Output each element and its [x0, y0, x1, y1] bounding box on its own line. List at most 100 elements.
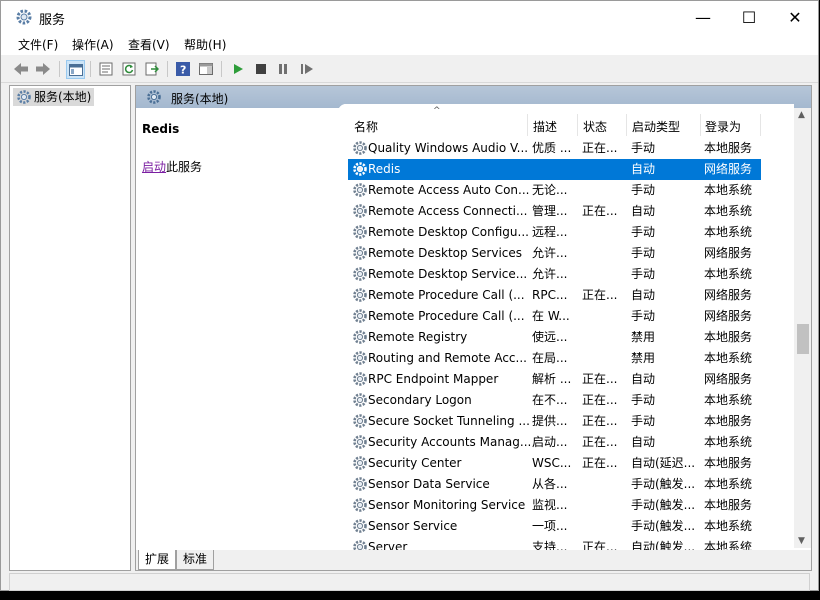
service-name-cell: Sensor Data Service: [368, 477, 490, 491]
close-button[interactable]: ✕: [772, 1, 818, 33]
service-row[interactable]: Redis 自动 网络服务: [348, 159, 761, 180]
start-service-button[interactable]: [229, 60, 247, 78]
refresh-button[interactable]: [120, 60, 138, 78]
toolbar-separator: [221, 61, 222, 77]
show-action-pane-button[interactable]: [197, 60, 215, 78]
toolbar-separator: [167, 61, 168, 77]
service-description-cell: 支持...: [532, 540, 568, 550]
service-status-cell: 正在...: [582, 288, 618, 302]
service-startup-type-cell: 自动(延迟...: [631, 456, 696, 470]
service-gear-icon: [353, 414, 367, 428]
service-gear-icon: [353, 435, 367, 449]
service-gear-icon: [353, 540, 367, 550]
service-row[interactable]: Sensor Monitoring Service 监视... 手动(触发... 本地…: [348, 495, 761, 516]
vertical-scrollbar[interactable]: ▲ ▼: [794, 108, 811, 548]
service-row[interactable]: Sensor Service 一项... 手动(触发... 本地系统: [348, 516, 761, 537]
service-description-cell: 管理...: [532, 204, 568, 218]
column-header-name[interactable]: 名称: [354, 118, 378, 135]
help-button[interactable]: ?: [174, 60, 192, 78]
service-row[interactable]: Remote Desktop Services 允许... 手动 网络服务: [348, 243, 761, 264]
console-tree: 服务(本地): [9, 85, 131, 571]
service-log-on-as-cell: 本地系统: [704, 393, 753, 407]
service-name-cell: Remote Access Connecti...: [368, 204, 528, 218]
service-status-cell: 正在...: [582, 372, 618, 386]
scrollbar-thumb[interactable]: [797, 324, 809, 354]
service-row[interactable]: Sensor Data Service 从各... 手动(触发... 本地系统: [348, 474, 761, 495]
service-description-cell: 在不...: [532, 393, 568, 407]
service-row[interactable]: Remote Access Connecti... 管理... 正在... 自动 本地系…: [348, 201, 761, 222]
service-name-cell: RPC Endpoint Mapper: [368, 372, 499, 386]
service-log-on-as-cell: 本地系统: [704, 519, 753, 533]
service-row[interactable]: Remote Registry 使远... 禁用 本地服务: [348, 327, 761, 348]
service-status-cell: 正在...: [582, 540, 618, 550]
service-gear-icon: [353, 162, 367, 176]
scroll-down-icon[interactable]: ▼: [798, 536, 805, 546]
service-name-cell: Remote Registry: [368, 330, 468, 344]
export-list-button[interactable]: [143, 60, 161, 78]
service-description-cell: WSC...: [532, 456, 572, 470]
service-name-cell: Quality Windows Audio V...: [368, 141, 529, 155]
menu-help[interactable]: 帮助(H): [184, 36, 226, 53]
service-status-cell: 正在...: [582, 456, 618, 470]
service-row[interactable]: RPC Endpoint Mapper 解析 ... 正在... 自动 网络服务: [348, 369, 761, 390]
back-button[interactable]: [12, 60, 30, 78]
service-row[interactable]: Security Accounts Manag... 启动... 正在... 自动 本地…: [348, 432, 761, 453]
show-console-tree-button[interactable]: [66, 60, 85, 79]
column-header-startup-type[interactable]: 启动类型: [632, 118, 680, 135]
service-row[interactable]: Secure Socket Tunneling ... 提供... 正在... 手动 本…: [348, 411, 761, 432]
service-description-cell: 使远...: [532, 330, 568, 344]
service-startup-type-cell: 自动: [631, 204, 656, 218]
start-service-link-suffix: 此服务: [166, 160, 203, 174]
service-row[interactable]: Remote Access Auto Con... 无论... 手动 本地系统: [348, 180, 761, 201]
svg-text:?: ?: [180, 64, 186, 77]
scroll-up-icon[interactable]: ▲: [798, 110, 805, 120]
menu-file[interactable]: 文件(F): [18, 36, 58, 53]
tab-standard[interactable]: 标准: [176, 550, 215, 570]
minimize-button[interactable]: —: [680, 1, 726, 33]
start-service-link[interactable]: 启动: [142, 160, 166, 174]
title-bar[interactable]: 服务 — ☐ ✕: [1, 1, 818, 33]
restart-service-button[interactable]: [298, 60, 316, 78]
selected-service-name: Redis: [142, 122, 180, 136]
column-divider: [626, 114, 627, 136]
stop-service-button[interactable]: [252, 60, 270, 78]
service-row[interactable]: Secondary Logon 在不... 正在... 手动 本地系统: [348, 390, 761, 411]
menu-action[interactable]: 操作(A): [72, 36, 114, 53]
service-gear-icon: [353, 393, 367, 407]
service-gear-icon: [353, 519, 367, 533]
stop-icon: [256, 64, 266, 74]
service-name-cell: Sensor Service: [368, 519, 458, 533]
service-status-cell: 正在...: [582, 414, 618, 428]
service-row[interactable]: Server 支持... 正在... 自动(触发... 本地系统: [348, 537, 761, 550]
service-row[interactable]: Remote Desktop Configu... 远程... 手动 本地系统: [348, 222, 761, 243]
service-row[interactable]: Remote Procedure Call (... 在 W... 手动 网络服务: [348, 306, 761, 327]
service-row[interactable]: Quality Windows Audio V... 优质 ... 正在... 手动 本…: [348, 138, 761, 159]
window-title: 服务: [39, 13, 66, 28]
service-row[interactable]: Security Center WSC... 正在... 自动(延迟... 本地服务: [348, 453, 761, 474]
service-row[interactable]: Remote Desktop Service... 允许... 手动 本地系统: [348, 264, 761, 285]
menu-view[interactable]: 查看(V): [128, 36, 170, 53]
properties-button[interactable]: [97, 60, 115, 78]
service-log-on-as-cell: 本地系统: [704, 267, 753, 281]
service-description-cell: 一项...: [532, 519, 568, 533]
service-log-on-as-cell: 本地服务: [704, 141, 753, 155]
column-header-description[interactable]: 描述: [533, 118, 557, 135]
column-header-status[interactable]: 状态: [583, 118, 607, 135]
service-row[interactable]: Routing and Remote Acc... 在局... 禁用 本地系统: [348, 348, 761, 369]
service-name-cell: Remote Access Auto Con...: [368, 183, 530, 197]
maximize-icon: ☐: [741, 7, 757, 27]
forward-button[interactable]: [34, 60, 52, 78]
service-name-cell: Security Accounts Manag...: [368, 435, 532, 449]
service-description-cell: 解析 ...: [532, 372, 572, 386]
service-startup-type-cell: 自动: [631, 372, 656, 386]
service-gear-icon: [353, 246, 367, 260]
service-row[interactable]: Remote Procedure Call (... RPC... 正在... 自动 网…: [348, 285, 761, 306]
sort-ascending-icon: ^: [433, 106, 441, 116]
pause-service-button[interactable]: [274, 60, 292, 78]
tree-item-services-local[interactable]: 服务(本地): [13, 88, 95, 106]
maximize-button[interactable]: ☐: [726, 1, 772, 33]
service-name-cell: Remote Desktop Services: [368, 246, 523, 260]
column-header-log-on-as[interactable]: 登录为: [705, 118, 741, 135]
service-description-cell: 监视...: [532, 498, 568, 512]
tab-extended[interactable]: 扩展: [138, 550, 177, 570]
